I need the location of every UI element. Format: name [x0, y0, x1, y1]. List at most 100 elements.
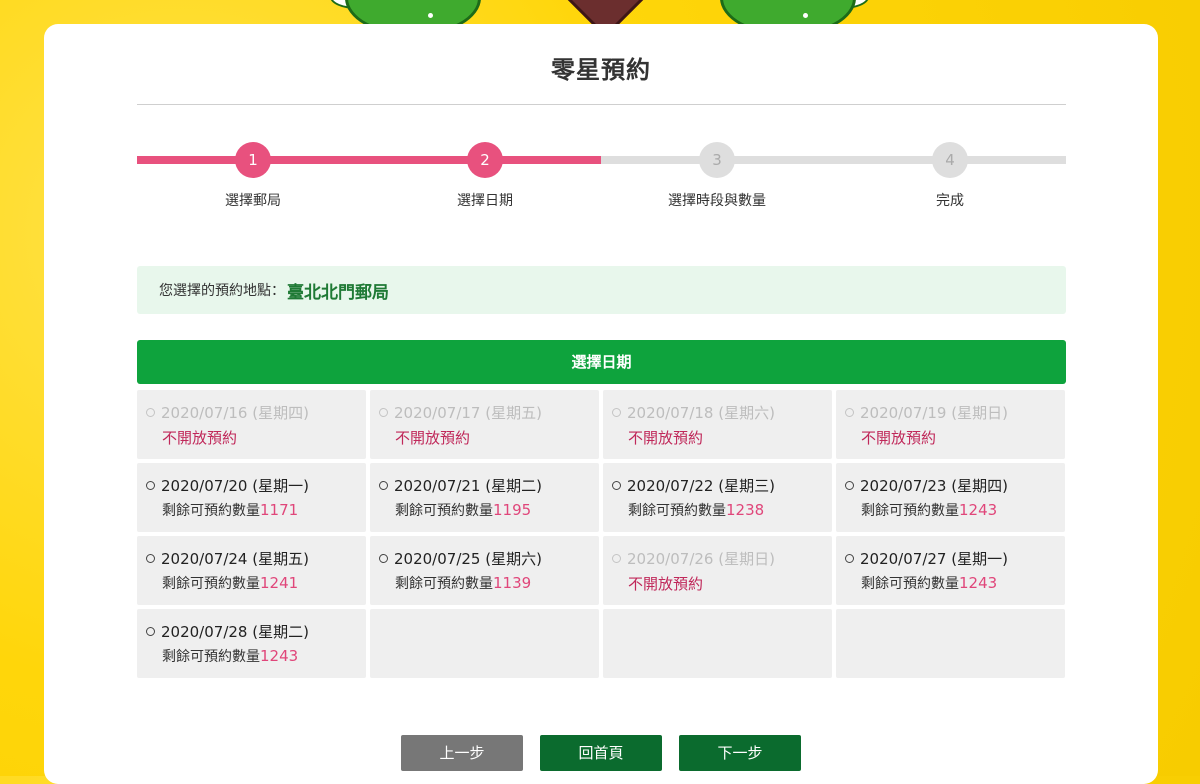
- remaining-label: 剩餘可預約數量: [162, 576, 260, 592]
- remaining-quota: 剩餘可預約數量1171: [162, 500, 366, 520]
- date-option[interactable]: 2020/07/24 (星期五) 剩餘可預約數量1241: [137, 536, 366, 605]
- remaining-count: 1241: [260, 574, 299, 592]
- step-label: 選擇時段與數量: [668, 193, 766, 209]
- date-option-row: 2020/07/20 (星期一): [146, 475, 366, 496]
- step-select-post-office: 1 選擇郵局: [173, 142, 333, 210]
- step-number: 2: [467, 142, 503, 178]
- date-option-row: 2020/07/26 (星期日): [612, 548, 832, 569]
- date-label: 2020/07/22 (星期三): [627, 477, 775, 495]
- remaining-count: 1243: [959, 574, 998, 592]
- date-label: 2020/07/28 (星期二): [161, 623, 309, 641]
- empty-date-cell: [836, 609, 1065, 678]
- remaining-count: 1139: [493, 574, 532, 592]
- location-name: 臺北北門郵局: [287, 282, 389, 303]
- empty-date-cell: [603, 609, 832, 678]
- date-radio: [845, 408, 854, 417]
- date-radio[interactable]: [379, 554, 388, 563]
- date-grid: 2020/07/16 (星期四) 不開放預約 2020/07/17 (星期五) 不開放…: [137, 390, 1066, 678]
- step-number: 1: [235, 142, 271, 178]
- date-option-row: 2020/07/24 (星期五): [146, 548, 366, 569]
- date-option: 2020/07/16 (星期四) 不開放預約: [137, 390, 366, 459]
- step-label: 選擇日期: [457, 193, 513, 209]
- date-radio[interactable]: [146, 554, 155, 563]
- remaining-quota: 剩餘可預約數量1139: [395, 573, 599, 593]
- date-option[interactable]: 2020/07/27 (星期一) 剩餘可預約數量1243: [836, 536, 1065, 605]
- location-prefix: 您選擇的預約地點：: [159, 283, 285, 299]
- home-button[interactable]: 回首頁: [540, 735, 662, 771]
- date-option-row: 2020/07/19 (星期日): [845, 402, 1065, 423]
- date-label: 2020/07/18 (星期六): [627, 404, 775, 422]
- selected-location-bar: 您選擇的預約地點： 臺北北門郵局: [137, 266, 1066, 314]
- date-option-row: 2020/07/16 (星期四): [146, 402, 366, 423]
- step-select-date: 2 選擇日期: [405, 142, 565, 210]
- page-title: 零星預約: [551, 56, 651, 84]
- date-label: 2020/07/19 (星期日): [860, 404, 1008, 422]
- date-section-header: 選擇日期: [137, 340, 1066, 384]
- step-select-time-quantity: 3 選擇時段與數量: [637, 142, 797, 210]
- remaining-label: 剩餘可預約數量: [628, 503, 726, 519]
- date-option[interactable]: 2020/07/22 (星期三) 剩餘可預約數量1238: [603, 463, 832, 532]
- date-option: 2020/07/19 (星期日) 不開放預約: [836, 390, 1065, 459]
- date-label: 2020/07/23 (星期四): [860, 477, 1008, 495]
- date-option-row: 2020/07/27 (星期一): [845, 548, 1065, 569]
- remaining-label: 剩餘可預約數量: [395, 576, 493, 592]
- remaining-quota: 剩餘可預約數量1243: [162, 646, 366, 666]
- date-option: 2020/07/26 (星期日) 不開放預約: [603, 536, 832, 605]
- date-option-row: 2020/07/23 (星期四): [845, 475, 1065, 496]
- closed-status: 不開放預約: [861, 429, 937, 447]
- empty-date-cell: [370, 609, 599, 678]
- step-number: 4: [932, 142, 968, 178]
- booking-card: 零星預約 1 選擇郵局 2 選擇日期 3 選擇時段與數量 4 完成 您選擇的預約…: [44, 24, 1158, 784]
- date-radio: [612, 408, 621, 417]
- date-radio[interactable]: [379, 481, 388, 490]
- remaining-quota: 剩餘可預約數量1243: [861, 500, 1065, 520]
- date-option-row: 2020/07/28 (星期二): [146, 621, 366, 642]
- progress-stepper: 1 選擇郵局 2 選擇日期 3 選擇時段與數量 4 完成: [137, 142, 1066, 222]
- remaining-quota: 剩餘可預約數量1243: [861, 573, 1065, 593]
- date-label: 2020/07/25 (星期六): [394, 550, 542, 568]
- date-option[interactable]: 2020/07/25 (星期六) 剩餘可預約數量1139: [370, 536, 599, 605]
- title-divider: [137, 104, 1066, 105]
- closed-status: 不開放預約: [162, 429, 238, 447]
- remaining-quota: 剩餘可預約數量1241: [162, 573, 366, 593]
- remaining-quota: 剩餘可預約數量1238: [628, 500, 832, 520]
- date-option-row: 2020/07/22 (星期三): [612, 475, 832, 496]
- date-radio[interactable]: [845, 554, 854, 563]
- date-label: 2020/07/20 (星期一): [161, 477, 309, 495]
- remaining-count: 1243: [260, 647, 299, 665]
- closed-status: 不開放預約: [628, 429, 704, 447]
- date-option[interactable]: 2020/07/23 (星期四) 剩餘可預約數量1243: [836, 463, 1065, 532]
- remaining-label: 剩餘可預約數量: [861, 503, 959, 519]
- closed-status: 不開放預約: [628, 575, 704, 593]
- previous-step-button[interactable]: 上一步: [401, 735, 523, 771]
- date-option-row: 2020/07/25 (星期六): [379, 548, 599, 569]
- remaining-count: 1238: [726, 501, 765, 519]
- date-option: 2020/07/17 (星期五) 不開放預約: [370, 390, 599, 459]
- step-number: 3: [699, 142, 735, 178]
- date-radio[interactable]: [146, 627, 155, 636]
- date-radio: [146, 408, 155, 417]
- date-radio[interactable]: [612, 481, 621, 490]
- date-option[interactable]: 2020/07/28 (星期二) 剩餘可預約數量1243: [137, 609, 366, 678]
- step-complete: 4 完成: [870, 142, 1030, 210]
- date-option-row: 2020/07/21 (星期二): [379, 475, 599, 496]
- date-label: 2020/07/21 (星期二): [394, 477, 542, 495]
- date-option[interactable]: 2020/07/21 (星期二) 剩餘可預約數量1195: [370, 463, 599, 532]
- remaining-count: 1243: [959, 501, 998, 519]
- date-option-row: 2020/07/17 (星期五): [379, 402, 599, 423]
- date-radio[interactable]: [146, 481, 155, 490]
- date-label: 2020/07/24 (星期五): [161, 550, 309, 568]
- step-label: 完成: [936, 193, 964, 209]
- date-label: 2020/07/17 (星期五): [394, 404, 542, 422]
- date-radio[interactable]: [845, 481, 854, 490]
- remaining-count: 1171: [260, 501, 299, 519]
- remaining-label: 剩餘可預約數量: [162, 503, 260, 519]
- remaining-label: 剩餘可預約數量: [861, 576, 959, 592]
- date-option[interactable]: 2020/07/20 (星期一) 剩餘可預約數量1171: [137, 463, 366, 532]
- date-radio: [612, 554, 621, 563]
- remaining-label: 剩餘可預約數量: [162, 649, 260, 665]
- next-step-button[interactable]: 下一步: [679, 735, 801, 771]
- date-radio: [379, 408, 388, 417]
- remaining-label: 剩餘可預約數量: [395, 503, 493, 519]
- step-label: 選擇郵局: [225, 193, 281, 209]
